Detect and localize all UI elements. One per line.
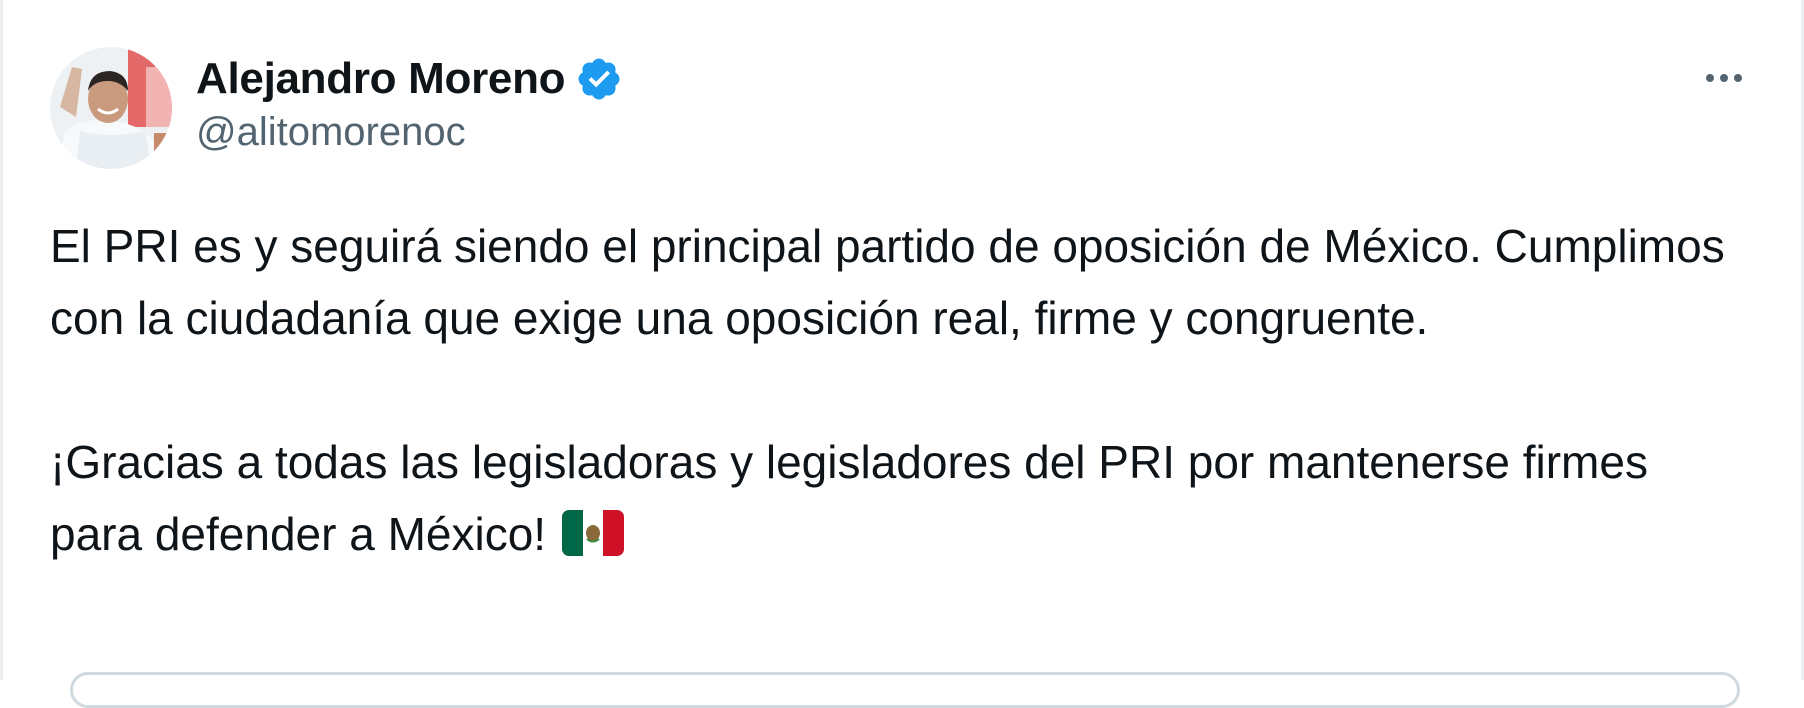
mexico-flag-emoji	[562, 504, 625, 556]
tweet-paragraph-1: El PRI es y seguirá siendo el principal …	[50, 220, 1725, 344]
tweet-card: Alejandro Moreno @alitomorenoc El PRI es…	[0, 0, 1804, 708]
tweet-paragraph-2: ¡Gracias a todas las legisladoras y legi…	[50, 426, 1750, 570]
more-dot	[1734, 74, 1742, 82]
author-display-name[interactable]: Alejandro Moreno	[196, 54, 566, 104]
author-name-row: Alejandro Moreno	[196, 49, 623, 109]
tweet-text: El PRI es y seguirá siendo el principal …	[50, 210, 1750, 570]
more-dot	[1706, 74, 1714, 82]
card-left-border	[0, 0, 3, 680]
more-dot	[1720, 74, 1728, 82]
author-handle[interactable]: @alitomorenoc	[196, 110, 466, 155]
avatar[interactable]	[50, 47, 172, 169]
media-preview[interactable]	[70, 672, 1740, 708]
tweet-paragraph-2-text: ¡Gracias a todas las legisladoras y legi…	[50, 436, 1648, 560]
profile-photo	[50, 47, 172, 169]
more-options-icon[interactable]	[1694, 58, 1754, 98]
verified-badge-icon	[575, 55, 623, 103]
